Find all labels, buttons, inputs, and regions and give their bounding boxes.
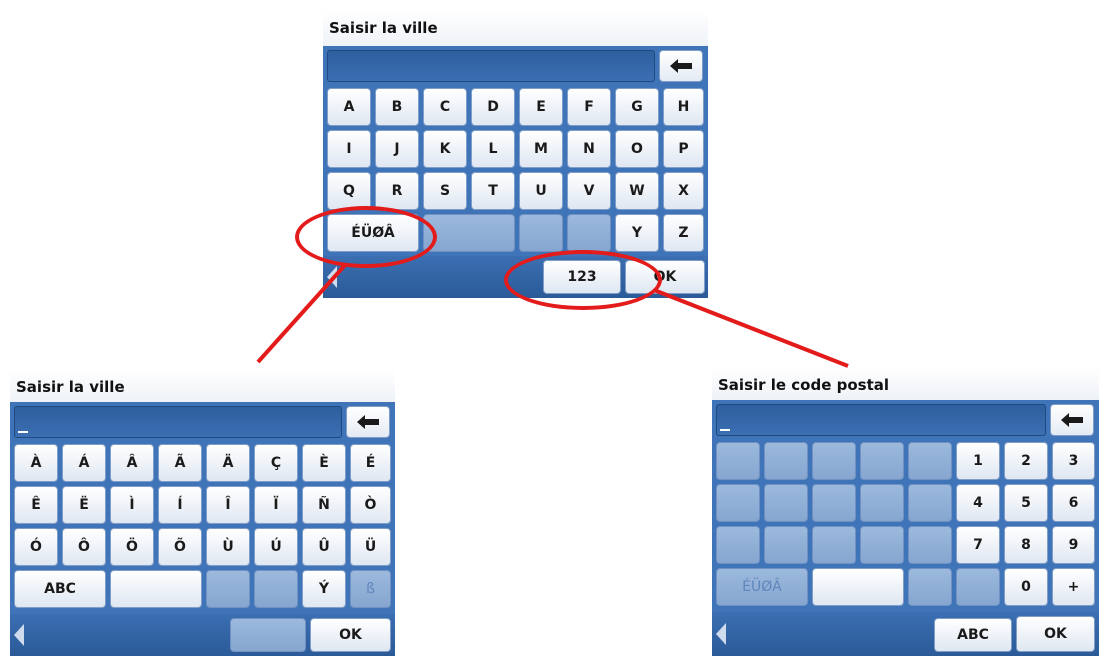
annotation-lines (256, 262, 849, 368)
pointer-line-right (653, 288, 849, 368)
pointer-line-left (256, 262, 348, 364)
highlight-ellipse-numeric (504, 250, 662, 310)
highlight-ellipse-special (295, 206, 437, 268)
